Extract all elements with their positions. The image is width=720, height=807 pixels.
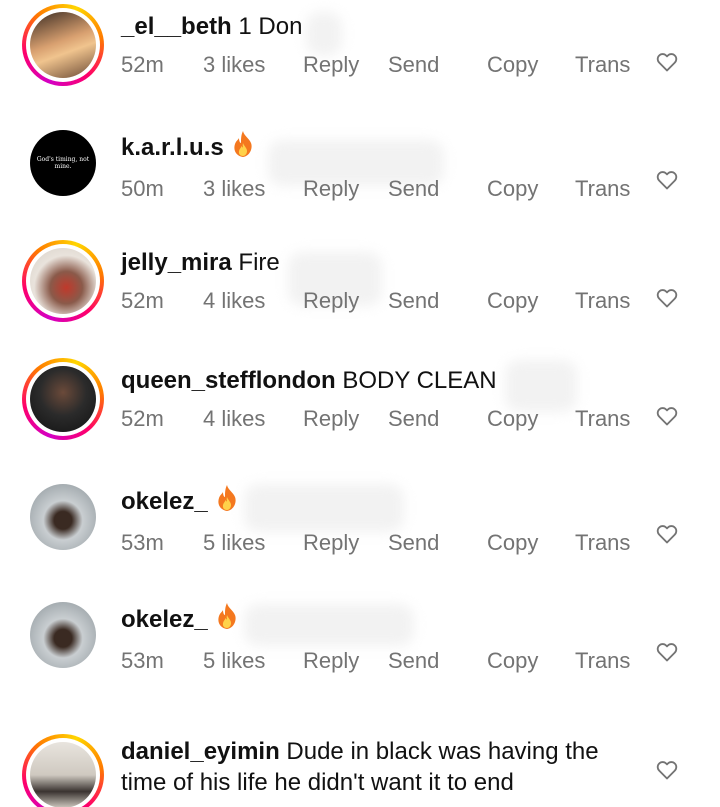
heart-icon[interactable] xyxy=(655,522,679,546)
comment-item: queen_stefflondon BODY CLEAN 52m 4 likes… xyxy=(0,354,720,472)
heart-icon[interactable] xyxy=(655,758,679,782)
send-button[interactable]: Send xyxy=(388,648,439,674)
copy-button[interactable]: Copy xyxy=(487,176,538,202)
translate-button[interactable]: Trans xyxy=(575,406,630,432)
copy-button[interactable]: Copy xyxy=(487,288,538,314)
comment-username[interactable]: jelly_mira xyxy=(121,249,232,276)
copy-button[interactable]: Copy xyxy=(487,406,538,432)
fire-emoji-icon xyxy=(214,602,240,638)
comment-likes[interactable]: 5 likes xyxy=(203,530,265,556)
send-button[interactable]: Send xyxy=(388,530,439,556)
send-button[interactable]: Send xyxy=(388,406,439,432)
comment-time: 52m xyxy=(121,288,164,313)
comment-likes[interactable]: 4 likes xyxy=(203,288,265,314)
comment-time: 52m xyxy=(121,406,164,431)
heart-icon[interactable] xyxy=(655,286,679,310)
avatar-story-ring[interactable] xyxy=(22,734,104,807)
comment-time: 53m xyxy=(121,648,164,673)
comment-item: _el__beth 1 Don 52m 3 likes Reply Send C… xyxy=(0,0,720,118)
comment-item: okelez_ 53m 5 likes Reply Send Copy Tran… xyxy=(0,590,720,708)
reply-button[interactable]: Reply xyxy=(303,52,359,78)
comment-item: okelez_ 53m 5 likes Reply Send Copy Tran… xyxy=(0,472,720,590)
comment-text: 1 Don xyxy=(238,13,303,40)
avatar-container[interactable] xyxy=(22,594,104,676)
send-button[interactable]: Send xyxy=(388,52,439,78)
avatar xyxy=(30,742,96,807)
heart-icon[interactable] xyxy=(655,168,679,192)
comment-list: _el__beth 1 Don 52m 3 likes Reply Send C… xyxy=(0,0,720,807)
avatar xyxy=(30,248,96,314)
avatar-story-ring[interactable] xyxy=(22,358,104,440)
avatar xyxy=(30,12,96,78)
avatar-story-ring[interactable] xyxy=(22,240,104,322)
comment-time: 50m xyxy=(121,176,164,201)
comment-text: Fire xyxy=(238,249,280,276)
comment-time: 53m xyxy=(121,530,164,555)
fire-emoji-icon xyxy=(214,484,240,520)
comment-item: jelly_mira Fire 52m 4 likes Reply Send C… xyxy=(0,236,720,354)
copy-button[interactable]: Copy xyxy=(487,52,538,78)
heart-icon[interactable] xyxy=(655,50,679,74)
avatar-story-ring[interactable] xyxy=(22,4,104,86)
comment-username[interactable]: _el__beth xyxy=(121,13,232,40)
copy-button[interactable]: Copy xyxy=(487,530,538,556)
translate-button[interactable]: Trans xyxy=(575,288,630,314)
comment-likes[interactable]: 3 likes xyxy=(203,176,265,202)
comment-username[interactable]: k.a.r.l.u.s xyxy=(121,134,224,161)
send-button[interactable]: Send xyxy=(388,288,439,314)
reply-button[interactable]: Reply xyxy=(303,288,359,314)
comment-time: 52m xyxy=(121,52,164,77)
avatar xyxy=(30,602,96,668)
reply-button[interactable]: Reply xyxy=(303,648,359,674)
comment-username[interactable]: daniel_eyimin xyxy=(121,738,280,765)
avatar: God's timing, not mine. xyxy=(30,130,96,196)
avatar-container[interactable]: God's timing, not mine. xyxy=(22,122,104,204)
avatar-container[interactable] xyxy=(22,476,104,558)
avatar xyxy=(30,366,96,432)
comment-likes[interactable]: 3 likes xyxy=(203,52,265,78)
translate-button[interactable]: Trans xyxy=(575,530,630,556)
comment-text: BODY CLEAN xyxy=(342,367,497,394)
fire-emoji-icon xyxy=(230,130,256,166)
reply-button[interactable]: Reply xyxy=(303,176,359,202)
comment-likes[interactable]: 4 likes xyxy=(203,406,265,432)
comment-item: daniel_eyimin Dude in black was having t… xyxy=(0,708,720,807)
comment-username[interactable]: queen_stefflondon xyxy=(121,367,336,394)
comment-likes[interactable]: 5 likes xyxy=(203,648,265,674)
translate-button[interactable]: Trans xyxy=(575,648,630,674)
reply-button[interactable]: Reply xyxy=(303,406,359,432)
comment-username[interactable]: okelez_ xyxy=(121,488,208,515)
translate-button[interactable]: Trans xyxy=(575,52,630,78)
heart-icon[interactable] xyxy=(655,404,679,428)
comment-username[interactable]: okelez_ xyxy=(121,606,208,633)
avatar xyxy=(30,484,96,550)
reply-button[interactable]: Reply xyxy=(303,530,359,556)
copy-button[interactable]: Copy xyxy=(487,648,538,674)
send-button[interactable]: Send xyxy=(388,176,439,202)
heart-icon[interactable] xyxy=(655,640,679,664)
translate-button[interactable]: Trans xyxy=(575,176,630,202)
comment-item: God's timing, not mine. k.a.r.l.u.s 50m … xyxy=(0,118,720,236)
